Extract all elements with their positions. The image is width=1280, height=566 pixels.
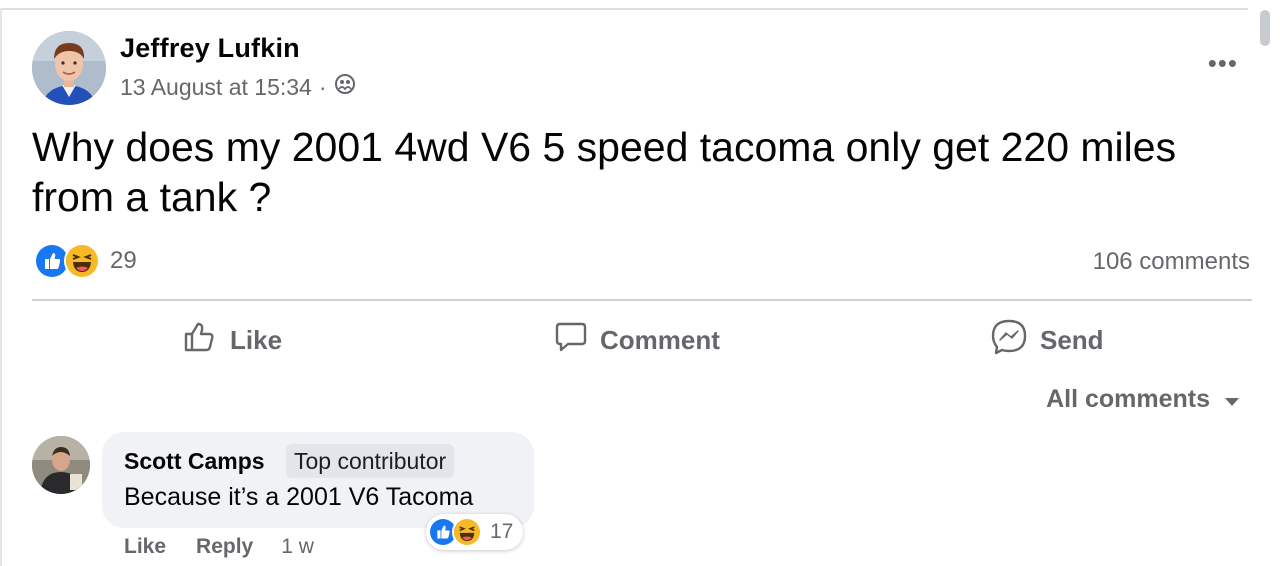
- post-meta: 13 August at 15:34 ·: [120, 73, 356, 101]
- comment-button-label: Comment: [600, 324, 720, 355]
- comment-reactions[interactable]: 17: [426, 514, 524, 550]
- all-comments-label: All comments: [1046, 385, 1210, 413]
- post-author-name[interactable]: Jeffrey Lufkin: [120, 33, 300, 64]
- thumbs-up-icon: [182, 319, 218, 362]
- reaction-count: 29: [110, 247, 137, 274]
- top-contributor-badge: Top contributor: [286, 444, 455, 478]
- comment-reply-button[interactable]: Reply: [196, 535, 253, 559]
- comment-button[interactable]: Comment: [554, 318, 720, 362]
- like-button-label: Like: [230, 324, 283, 355]
- author-avatar[interactable]: [32, 31, 106, 105]
- comments-count-link[interactable]: 106 comments: [1093, 248, 1250, 276]
- comment-reaction-count: 17: [490, 520, 514, 543]
- meta-separator: ·: [318, 73, 327, 100]
- post-reactions[interactable]: 29: [34, 243, 137, 279]
- like-button[interactable]: Like: [182, 318, 282, 362]
- post-top-border: [0, 8, 1248, 10]
- messenger-icon: [990, 318, 1028, 363]
- post-timestamp[interactable]: 13 August at 15:34: [120, 74, 312, 101]
- haha-reaction-icon: [64, 243, 100, 279]
- comment-bubble-icon: [554, 320, 588, 361]
- post-left-border: [0, 8, 2, 566]
- comment-author-name[interactable]: Scott Camps: [124, 448, 265, 475]
- commenter-avatar[interactable]: [32, 436, 90, 494]
- all-comments-filter[interactable]: All comments: [1046, 385, 1240, 414]
- send-button[interactable]: Send: [990, 318, 1104, 362]
- comment-text: Because it’s a 2001 V6 Tacoma: [124, 483, 474, 511]
- caret-down-icon: [1224, 385, 1240, 414]
- reaction-icons: [34, 243, 100, 279]
- post-text: Why does my 2001 4wd V6 5 speed tacoma o…: [32, 124, 1177, 220]
- haha-reaction-icon: [452, 517, 482, 547]
- friends-audience-icon[interactable]: [334, 73, 356, 101]
- comment-time[interactable]: 1 w: [281, 535, 314, 559]
- send-button-label: Send: [1040, 324, 1104, 355]
- more-options-icon[interactable]: •••: [1208, 50, 1238, 76]
- comment-like-button[interactable]: Like: [124, 535, 166, 559]
- actions-divider: [32, 299, 1252, 301]
- scrollbar-thumb[interactable]: [1260, 10, 1270, 46]
- comment-actions: Like Reply 1 w: [124, 535, 314, 559]
